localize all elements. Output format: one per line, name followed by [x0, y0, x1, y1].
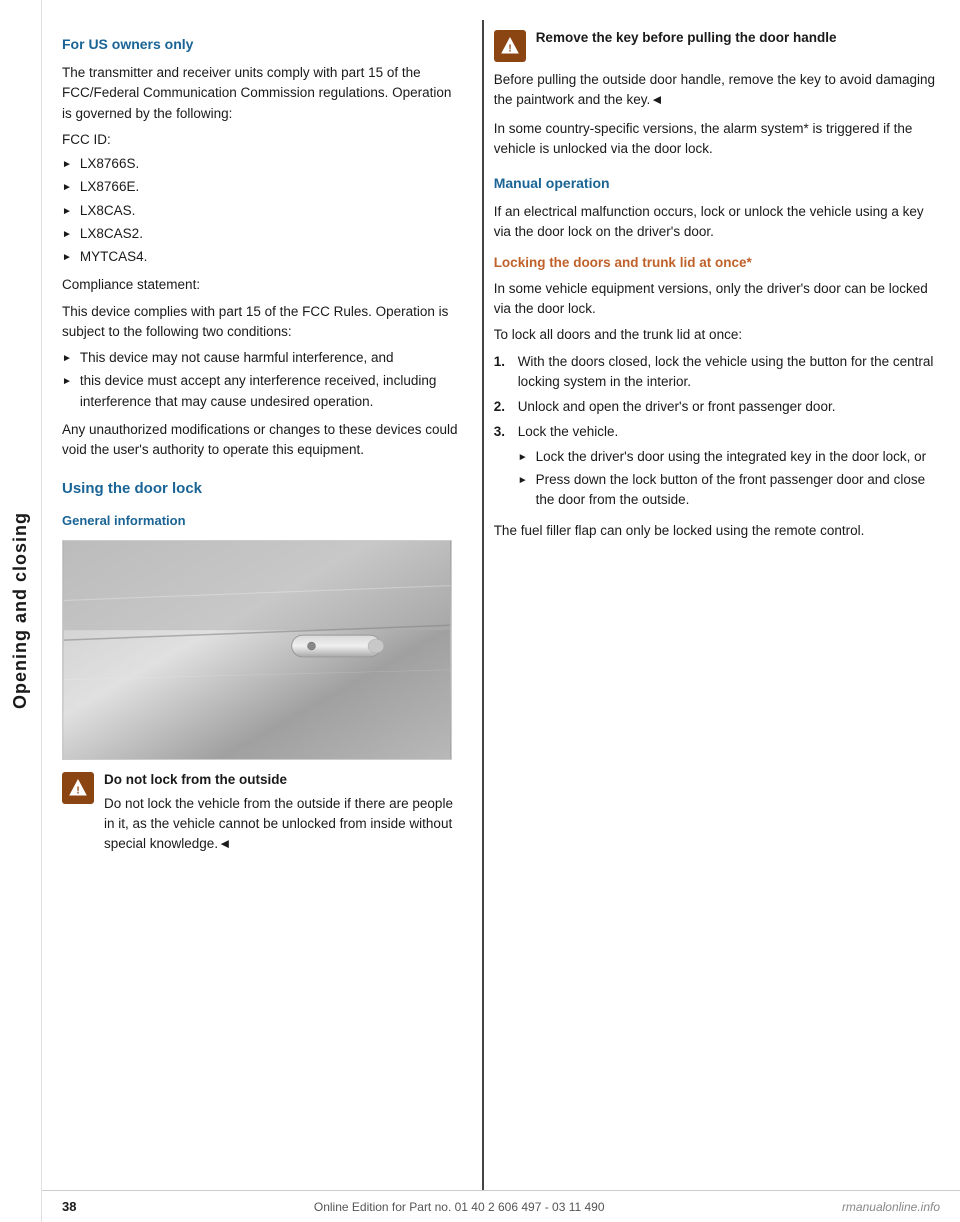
list-item: ►This device may not cause harmful inter…	[62, 348, 462, 368]
key-warning-text-block: Remove the key before pulling the door h…	[536, 28, 940, 51]
list-item: ►this device must accept any interferenc…	[62, 371, 462, 412]
bullet-icon: ►	[62, 351, 72, 366]
warning-box-outside-lock: ! Do not lock from the outside Do not lo…	[62, 770, 462, 860]
bullet-icon: ►	[518, 473, 528, 488]
locking-intro: In some vehicle equipment versions, only…	[494, 279, 940, 320]
svg-text:!: !	[508, 44, 511, 55]
locking-section-heading: Locking the doors and trunk lid at once*	[494, 253, 940, 273]
step-number: 3.	[494, 422, 510, 442]
door-svg-illustration	[63, 541, 451, 759]
list-item: ► Lock the driver's door using the integ…	[518, 447, 940, 467]
door-lock-heading: Using the door lock	[62, 478, 462, 501]
list-item: ►LX8CAS2.	[62, 224, 462, 244]
bullet-icon: ►	[62, 374, 72, 389]
car-door-image	[62, 540, 452, 760]
warning-icon: !	[62, 772, 94, 804]
bullet-icon: ►	[518, 450, 528, 465]
unauthorized-text: Any unauthorized modifications or change…	[62, 420, 462, 461]
warning-triangle-icon: !	[68, 778, 88, 798]
bullet-icon: ►	[62, 250, 72, 265]
list-item: ►LX8CAS.	[62, 201, 462, 221]
main-content: For US owners only The transmitter and r…	[42, 0, 960, 1222]
step-number: 2.	[494, 397, 510, 417]
fcc-heading: For US owners only	[62, 34, 462, 55]
locking-steps-list: 1. With the doors closed, lock the vehic…	[494, 352, 940, 514]
bullet-icon: ►	[62, 227, 72, 242]
key-warning-title: Remove the key before pulling the door h…	[536, 28, 940, 48]
bullet-icon: ►	[62, 180, 72, 195]
page-container: Opening and closing For US owners only T…	[0, 0, 960, 1222]
footer-watermark: rmanualonline.info	[842, 1200, 940, 1214]
step-3-content: Lock the vehicle. ► Lock the driver's do…	[518, 422, 940, 513]
list-item: 3. Lock the vehicle. ► Lock the driver's…	[494, 422, 940, 513]
key-warning-icon: !	[494, 30, 526, 62]
fcc-intro: The transmitter and receiver units compl…	[62, 63, 462, 124]
sidebar-tab: Opening and closing	[0, 0, 42, 1222]
bullet-icon: ►	[62, 204, 72, 219]
list-item: ►LX8766S.	[62, 154, 462, 174]
warning-body: Do not lock the vehicle from the outside…	[104, 794, 462, 855]
general-info-heading: General information	[62, 511, 462, 531]
fcc-id-list: ►LX8766S. ►LX8766E. ►LX8CAS. ►LX8CAS2. ►…	[62, 154, 462, 267]
page-footer: 38 Online Edition for Part no. 01 40 2 6…	[42, 1190, 960, 1222]
svg-text:!: !	[76, 786, 79, 797]
warning-triangle-icon-2: !	[500, 36, 520, 56]
list-item: ► Press down the lock button of the fron…	[518, 470, 940, 511]
sidebar-label: Opening and closing	[10, 512, 31, 709]
footer-main-text: Online Edition for Part no. 01 40 2 606 …	[314, 1200, 605, 1214]
columns-layout: For US owners only The transmitter and r…	[42, 0, 960, 1190]
country-text: In some country-specific versions, the a…	[494, 119, 940, 160]
to-lock-text: To lock all doors and the trunk lid at o…	[494, 325, 940, 345]
compliance-text: This device complies with part 15 of the…	[62, 302, 462, 343]
left-column: For US owners only The transmitter and r…	[42, 20, 482, 1190]
warning-text-block: Do not lock from the outside Do not lock…	[104, 770, 462, 860]
manual-operation-heading: Manual operation	[494, 173, 940, 194]
compliance-label: Compliance statement:	[62, 275, 462, 295]
list-item: ►LX8766E.	[62, 177, 462, 197]
bullet-icon: ►	[62, 157, 72, 172]
key-warning-body: Before pulling the outside door handle, …	[494, 70, 940, 111]
fcc-id-label: FCC ID:	[62, 130, 462, 150]
right-column: ! Remove the key before pulling the door…	[484, 20, 960, 1190]
list-item: 2. Unlock and open the driver's or front…	[494, 397, 940, 417]
sub-bullets-list: ► Lock the driver's door using the integ…	[518, 447, 940, 511]
step-number: 1.	[494, 352, 510, 372]
page-number: 38	[62, 1199, 76, 1214]
fuel-filler-text: The fuel filler flap can only be locked …	[494, 521, 940, 541]
manual-operation-text: If an electrical malfunction occurs, loc…	[494, 202, 940, 243]
warning-title: Do not lock from the outside	[104, 770, 462, 790]
list-item: 1. With the doors closed, lock the vehic…	[494, 352, 940, 393]
key-warning-box: ! Remove the key before pulling the door…	[494, 28, 940, 62]
conditions-list: ►This device may not cause harmful inter…	[62, 348, 462, 412]
list-item: ►MYTCAS4.	[62, 247, 462, 267]
